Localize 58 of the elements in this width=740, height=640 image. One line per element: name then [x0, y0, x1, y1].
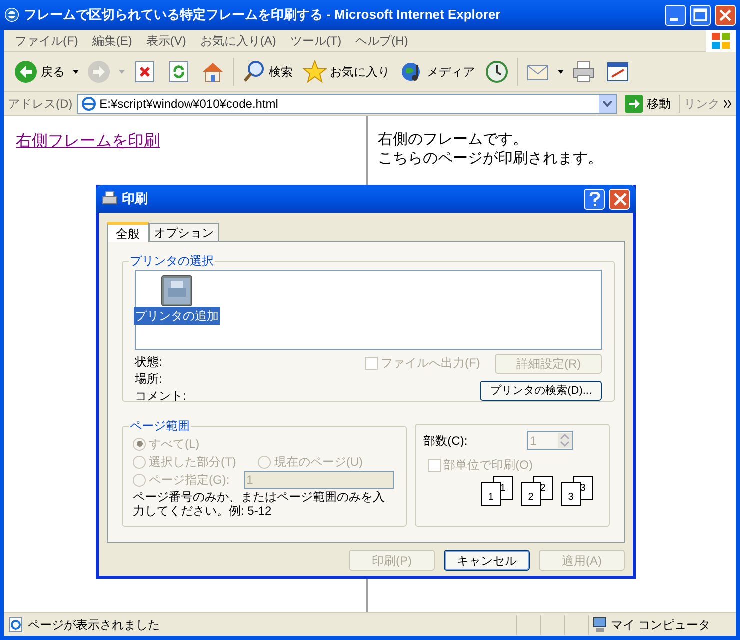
- tab[interactable]: オプション: [149, 223, 219, 241]
- browser-icon: [4, 7, 20, 23]
- dropdown-button[interactable]: [599, 94, 616, 112]
- search-icon: [242, 60, 266, 84]
- menu-item[interactable]: お気に入り(A): [193, 32, 284, 50]
- star-icon: [303, 60, 327, 84]
- address-field[interactable]: E:¥script¥window¥010¥code.html: [76, 94, 617, 114]
- menu-item[interactable]: ツール(T): [283, 32, 349, 50]
- spinner-icon: [558, 433, 572, 448]
- windows-flag-icon: [706, 30, 736, 52]
- close-button[interactable]: [715, 4, 736, 26]
- find-printer-button[interactable]: プリンタの検索(D)...: [480, 381, 602, 401]
- minimize-button[interactable]: [665, 4, 686, 26]
- favorites-button[interactable]: お気に入り: [301, 56, 392, 88]
- dropdown-arrow-icon: [119, 70, 125, 74]
- go-button[interactable]: 移動: [621, 94, 675, 112]
- menu-item[interactable]: 編集(E): [85, 32, 140, 50]
- dropdown-arrow-icon: [558, 70, 564, 74]
- menu-item[interactable]: 表示(V): [139, 32, 194, 50]
- tab[interactable]: 全般: [107, 222, 149, 242]
- hint-text: ページ番号のみか、またはページ範囲のみを入力してください。例: 5-12: [133, 490, 386, 518]
- dialog-button[interactable]: キャンセル: [444, 550, 530, 571]
- address-label: アドレス(D): [8, 96, 73, 112]
- printer-icon: [102, 191, 118, 207]
- frame-link[interactable]: 右側フレームを印刷: [16, 133, 160, 150]
- search-button[interactable]: 検索: [240, 56, 295, 88]
- printer-icon: [161, 275, 193, 307]
- address-value: E:¥script¥window¥010¥code.html: [100, 96, 280, 112]
- copies-label: 部数(C):: [424, 432, 468, 450]
- status-text: ページが表示されました: [28, 616, 161, 634]
- window-pencil-icon: [606, 60, 630, 84]
- printer-item[interactable]: プリンタの追加: [134, 307, 220, 325]
- zone-text: マイ コンピュータ: [611, 616, 710, 634]
- stop-icon: [133, 60, 157, 84]
- printer-icon: [572, 60, 596, 84]
- refresh-icon: [167, 60, 191, 84]
- info-label: コメント:: [135, 388, 188, 405]
- window-title: フレームで区切られている特定フレームを印刷する - Microsoft Internet Explorer: [24, 6, 502, 24]
- frame-text: こちらのページが印刷されます。: [378, 149, 604, 168]
- media-button[interactable]: メディア: [398, 56, 477, 88]
- menu-item[interactable]: ヘルプ(H): [348, 32, 416, 50]
- dialog-title: 印刷: [122, 190, 149, 208]
- menu-item[interactable]: ファイル(F): [8, 32, 86, 50]
- chevron-icon: [724, 100, 732, 108]
- caret-icon: [603, 100, 612, 106]
- minimize-icon: [670, 18, 678, 20]
- frame-text: 右側のフレームです。: [378, 130, 529, 149]
- info-label: 状態:: [135, 354, 164, 371]
- question-mark-icon: [588, 192, 600, 206]
- computer-icon: [593, 616, 607, 632]
- help-button[interactable]: [584, 188, 605, 210]
- maximize-button[interactable]: [690, 4, 711, 26]
- close-button[interactable]: [609, 188, 630, 210]
- back-button[interactable]: 戻る: [12, 56, 67, 88]
- group-label: プリンタの選択: [129, 253, 215, 270]
- group-label: ページ範囲: [129, 418, 191, 435]
- dropdown-arrow-icon: [73, 70, 79, 74]
- info-label: 場所:: [135, 371, 164, 388]
